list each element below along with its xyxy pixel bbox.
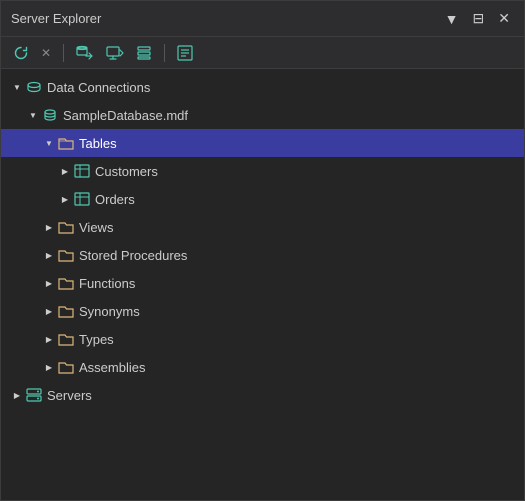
tree-item-data-connections[interactable]: Data Connections bbox=[1, 73, 524, 101]
tree-item-stored-procedures[interactable]: Stored Procedures bbox=[1, 241, 524, 269]
stored-procedures-label: Stored Procedures bbox=[79, 248, 187, 263]
window-title: Server Explorer bbox=[11, 11, 101, 26]
chevron-stored-procedures bbox=[41, 247, 57, 263]
customers-label: Customers bbox=[95, 164, 158, 179]
chevron-types bbox=[41, 331, 57, 347]
tree-container: Data Connections SampleDatabase.mdf bbox=[1, 69, 524, 500]
tree-item-servers[interactable]: Servers bbox=[1, 381, 524, 409]
chevron-sample-database bbox=[25, 107, 41, 123]
assemblies-folder-icon bbox=[57, 358, 75, 376]
tree-item-customers[interactable]: Customers bbox=[1, 157, 524, 185]
stored-procedures-folder-icon bbox=[57, 246, 75, 264]
types-folder-icon bbox=[57, 330, 75, 348]
title-bar: Server Explorer ▼ ⊟ ✕ bbox=[1, 1, 524, 37]
db-icon bbox=[41, 106, 59, 124]
connect-db-button[interactable] bbox=[72, 43, 98, 63]
functions-label: Functions bbox=[79, 276, 135, 291]
tree-item-sample-database[interactable]: SampleDatabase.mdf bbox=[1, 101, 524, 129]
functions-folder-icon bbox=[57, 274, 75, 292]
toolbar-separator-1 bbox=[63, 44, 64, 62]
tables-label: Tables bbox=[79, 136, 117, 151]
sample-database-label: SampleDatabase.mdf bbox=[63, 108, 188, 123]
dropdown-arrow-button[interactable]: ▼ bbox=[441, 9, 463, 29]
chevron-views bbox=[41, 219, 57, 235]
chevron-tables bbox=[41, 135, 57, 151]
chevron-synonyms bbox=[41, 303, 57, 319]
chevron-assemblies bbox=[41, 359, 57, 375]
toolbar-separator-2 bbox=[164, 44, 165, 62]
connection-icon bbox=[25, 78, 43, 96]
chevron-orders bbox=[57, 191, 73, 207]
chevron-servers bbox=[9, 387, 25, 403]
types-label: Types bbox=[79, 332, 114, 347]
tree-item-orders[interactable]: Orders bbox=[1, 185, 524, 213]
float-button[interactable]: ⊟ bbox=[469, 8, 489, 29]
tree-item-functions[interactable]: Functions bbox=[1, 269, 524, 297]
chevron-data-connections bbox=[9, 79, 25, 95]
customers-table-icon bbox=[73, 162, 91, 180]
stop-button[interactable]: ✕ bbox=[37, 44, 55, 62]
server-explorer-window: Server Explorer ▼ ⊟ ✕ ✕ bbox=[0, 0, 525, 501]
tree-item-synonyms[interactable]: Synonyms bbox=[1, 297, 524, 325]
close-button[interactable]: ✕ bbox=[494, 8, 514, 29]
title-bar-left: Server Explorer bbox=[11, 11, 101, 26]
connect-server-button[interactable] bbox=[102, 43, 128, 63]
tables-folder-icon bbox=[57, 134, 75, 152]
servers-icon bbox=[25, 386, 43, 404]
synonyms-label: Synonyms bbox=[79, 304, 140, 319]
tree-item-types[interactable]: Types bbox=[1, 325, 524, 353]
synonyms-folder-icon bbox=[57, 302, 75, 320]
assemblies-label: Assemblies bbox=[79, 360, 145, 375]
refresh-button[interactable] bbox=[9, 43, 33, 63]
chevron-functions bbox=[41, 275, 57, 291]
data-connections-label: Data Connections bbox=[47, 80, 150, 95]
tree-item-views[interactable]: Views bbox=[1, 213, 524, 241]
chevron-customers bbox=[57, 163, 73, 179]
tree-item-assemblies[interactable]: Assemblies bbox=[1, 353, 524, 381]
servers-label: Servers bbox=[47, 388, 92, 403]
toolbar: ✕ bbox=[1, 37, 524, 69]
tree-item-tables[interactable]: Tables bbox=[1, 129, 524, 157]
views-label: Views bbox=[79, 220, 113, 235]
views-folder-icon bbox=[57, 218, 75, 236]
filter-button[interactable] bbox=[132, 43, 156, 63]
orders-label: Orders bbox=[95, 192, 135, 207]
properties-button[interactable] bbox=[173, 43, 197, 63]
orders-table-icon bbox=[73, 190, 91, 208]
title-bar-controls: ▼ ⊟ ✕ bbox=[441, 8, 514, 29]
